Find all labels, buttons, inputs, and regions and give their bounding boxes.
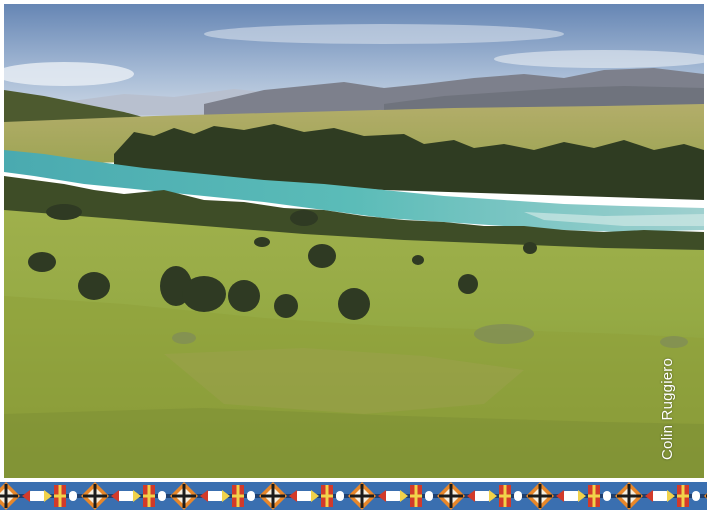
border-cross bbox=[528, 494, 552, 498]
border-block-stripe bbox=[143, 494, 155, 498]
landscape-illustration bbox=[4, 4, 704, 478]
photo-credit: Colin Ruggiero bbox=[658, 358, 678, 460]
border-bead bbox=[514, 491, 522, 501]
border-bead bbox=[425, 491, 433, 501]
border-block-stripe bbox=[54, 494, 66, 498]
decorative-border bbox=[0, 478, 707, 514]
landscape-photo bbox=[4, 4, 704, 478]
border-cross bbox=[83, 494, 107, 498]
cloud bbox=[204, 24, 564, 44]
border-cross bbox=[172, 494, 196, 498]
border-block-stripe bbox=[499, 494, 511, 498]
border-block-stripe bbox=[677, 494, 689, 498]
border-bead bbox=[336, 491, 344, 501]
border-block-stripe bbox=[232, 494, 244, 498]
border-bead bbox=[603, 491, 611, 501]
border-cross bbox=[0, 494, 18, 498]
border-cross bbox=[617, 494, 641, 498]
border-block-stripe bbox=[588, 494, 600, 498]
border-bead bbox=[692, 491, 700, 501]
border-bead bbox=[69, 491, 77, 501]
border-bead bbox=[158, 491, 166, 501]
border-bead bbox=[247, 491, 255, 501]
border-cross bbox=[261, 494, 285, 498]
image-frame: Colin Ruggiero bbox=[0, 0, 707, 514]
border-cross bbox=[350, 494, 374, 498]
border-block-stripe bbox=[321, 494, 333, 498]
border-cross bbox=[439, 494, 463, 498]
border-block-stripe bbox=[410, 494, 422, 498]
beadwork-border bbox=[0, 478, 707, 514]
cloud bbox=[494, 50, 704, 68]
